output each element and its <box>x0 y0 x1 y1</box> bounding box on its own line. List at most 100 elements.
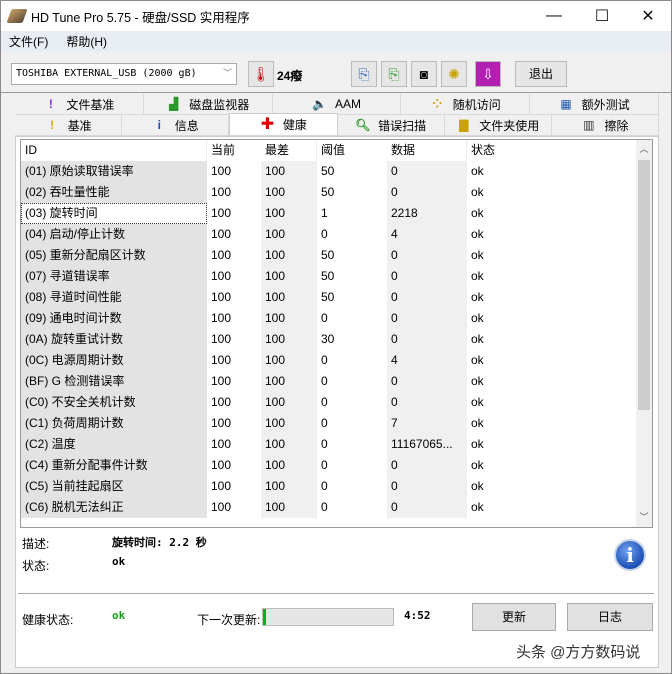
cell-worst: 100 <box>261 497 317 518</box>
table-row[interactable]: (08) 寻道时间性能 100 100 50 0 ok <box>21 287 652 308</box>
menu-file[interactable]: 文件(F) <box>9 33 48 50</box>
copy-screenshot-button[interactable]: ⎘ <box>381 61 407 87</box>
scroll-thumb[interactable] <box>638 160 650 410</box>
copy-text-button[interactable]: ⎘ <box>351 61 377 87</box>
scroll-down-icon[interactable]: ﹀ <box>636 510 652 527</box>
tab-health[interactable]: ✚ 健康 <box>229 113 338 135</box>
cell-worst: 100 <box>261 182 317 203</box>
smart-table[interactable]: ID 当前 最差 阈值 数据 状态 (01) 原始读取错误率 100 100 50 0 o… <box>20 139 653 528</box>
tab-folder-usage[interactable]: ▇ 文件夹使用 <box>444 115 552 135</box>
cell-status: ok <box>471 479 484 493</box>
table-row[interactable]: (C1) 负荷周期计数 100 100 0 7 ok <box>21 413 652 434</box>
cell-data: 0 <box>387 455 467 476</box>
table-row[interactable]: (07) 寻道错误率 100 100 50 0 ok <box>21 266 652 287</box>
magnifier-icon: 🔍︎ <box>355 117 371 132</box>
cell-threshold: 0 <box>321 227 328 241</box>
cell-current: 100 <box>211 248 232 262</box>
tab-benchmark[interactable]: ! 基准 <box>15 115 123 135</box>
tab-label: 健康 <box>282 118 307 132</box>
tab-erase[interactable]: ▥ 擦除 <box>551 115 660 135</box>
table-row[interactable]: (04) 启动/停止计数 100 100 0 4 ok <box>21 224 652 245</box>
chevron-down-icon: ﹀ <box>222 69 232 79</box>
table-row[interactable]: (C2) 温度 100 100 0 11167065... ok <box>21 434 652 455</box>
cell-status: ok <box>471 395 484 409</box>
tab-disk-monitor[interactable]: ▟ 磁盘监视器 <box>143 94 273 114</box>
cell-data: 0 <box>387 308 467 329</box>
health-status-label: 健康状态: <box>22 613 74 627</box>
save-download-button[interactable]: ⇩ <box>475 61 501 87</box>
cell-threshold: 0 <box>321 395 328 409</box>
table-row[interactable]: (C5) 当前挂起扇区 100 100 0 0 ok <box>21 476 652 497</box>
scatter-icon: ⁘ <box>432 96 443 111</box>
tab-file-benchmark[interactable]: ! 文件基准 <box>15 94 144 114</box>
scrollbar[interactable]: ︿ ﹀ <box>636 140 652 527</box>
cell-id: (C2) 温度 <box>21 434 207 455</box>
table-row[interactable]: (05) 重新分配扇区计数 100 100 50 0 ok <box>21 245 652 266</box>
cell-data: 0 <box>387 392 467 413</box>
cell-worst: 100 <box>261 224 317 245</box>
table-row[interactable]: (0A) 旋转重试计数 100 100 30 0 ok <box>21 329 652 350</box>
close-button[interactable]: ✕ <box>625 1 671 31</box>
header-data[interactable]: 数据 <box>387 140 467 161</box>
tab-random-access[interactable]: ⁘ 随机访问 <box>401 94 531 114</box>
drive-select[interactable]: TOSHIBA EXTERNAL_USB (2000 gB) ﹀ <box>11 63 237 85</box>
table-row[interactable]: (02) 吞吐量性能 100 100 50 0 ok <box>21 182 652 203</box>
cell-id: (C5) 当前挂起扇区 <box>21 476 207 497</box>
title-bar: HD Tune Pro 5.75 - 硬盘/SSD 实用程序 — ☐ ✕ <box>1 1 671 31</box>
table-row[interactable]: (C6) 脱机无法纠正 100 100 0 0 ok <box>21 497 652 518</box>
cell-data: 11167065... <box>387 434 467 455</box>
drive-select-value: TOSHIBA EXTERNAL_USB (2000 gB) <box>16 68 197 79</box>
table-row[interactable]: (C4) 重新分配事件计数 100 100 0 0 ok <box>21 455 652 476</box>
table-row[interactable]: (BF) G 检测错误率 100 100 0 0 ok <box>21 371 652 392</box>
table-row[interactable]: (C0) 不安全关机计数 100 100 0 0 ok <box>21 392 652 413</box>
cell-worst: 100 <box>261 329 317 350</box>
table-row[interactable]: (09) 通电时间计数 100 100 0 0 ok <box>21 308 652 329</box>
header-id[interactable]: ID <box>21 140 207 161</box>
cell-data: 0 <box>387 371 467 392</box>
cell-id: (07) 寻道错误率 <box>21 266 207 287</box>
chart-icon: ▟ <box>169 96 179 111</box>
info-icon[interactable]: i <box>614 539 646 571</box>
menu-help[interactable]: 帮助(H) <box>66 33 107 50</box>
header-status[interactable]: 状态 <box>467 140 531 161</box>
table-row[interactable]: (0C) 电源周期计数 100 100 0 4 ok <box>21 350 652 371</box>
tab-label: 错误扫描 <box>378 118 427 133</box>
maximize-button[interactable]: ☐ <box>579 1 625 31</box>
table-row[interactable]: (03) 旋转时间 100 100 1 2218 ok <box>21 203 652 224</box>
table-row[interactable]: (01) 原始读取错误率 100 100 50 0 ok <box>21 161 652 182</box>
cell-current: 100 <box>211 311 232 325</box>
tab-extra-tests[interactable]: ▦ 额外测试 <box>530 94 659 114</box>
header-threshold[interactable]: 阈值 <box>317 140 387 161</box>
tab-aam[interactable]: 🔈 AAM <box>272 94 402 114</box>
header-worst[interactable]: 最差 <box>261 140 317 161</box>
cell-threshold: 50 <box>321 164 335 178</box>
cell-worst: 100 <box>261 371 317 392</box>
cell-id: (01) 原始读取错误率 <box>21 161 207 182</box>
cell-status: ok <box>471 290 484 304</box>
tab-label: 文件基准 <box>66 97 115 112</box>
tab-info[interactable]: i 信息 <box>122 115 230 135</box>
log-button[interactable]: 日志 <box>567 603 653 631</box>
minimize-button[interactable]: — <box>531 1 577 31</box>
countdown: 4:52 <box>404 609 431 622</box>
camera-button[interactable]: ◙ <box>411 61 437 87</box>
progress-fill <box>263 609 266 625</box>
cell-threshold: 0 <box>321 353 328 367</box>
cell-data: 0 <box>387 497 467 518</box>
header-current[interactable]: 当前 <box>207 140 261 161</box>
refresh-button[interactable]: 更新 <box>472 603 556 631</box>
cell-id: (08) 寻道时间性能 <box>21 287 207 308</box>
cell-id: (BF) G 检测错误率 <box>21 371 207 392</box>
thermometer-icon: 🌡 <box>248 61 274 87</box>
cell-current: 100 <box>211 437 232 451</box>
cell-status: ok <box>471 206 484 220</box>
cell-threshold: 0 <box>321 500 328 514</box>
speaker-icon: 🔈 <box>312 96 327 111</box>
cell-current: 100 <box>211 164 232 178</box>
tab-error-scan[interactable]: 🔍︎ 错误扫描 <box>337 115 445 135</box>
cell-current: 100 <box>211 458 232 472</box>
scroll-up-icon[interactable]: ︿ <box>636 142 652 159</box>
tab-bar: ! 文件基准 ▟ 磁盘监视器 🔈 AAM ⁘ 随机访问 ▦ 额外测试 ! 基准 i 信息 ✚ 健… <box>15 94 660 136</box>
options-button[interactable]: ✺ <box>441 61 467 87</box>
exit-button[interactable]: 退出 <box>515 61 567 87</box>
